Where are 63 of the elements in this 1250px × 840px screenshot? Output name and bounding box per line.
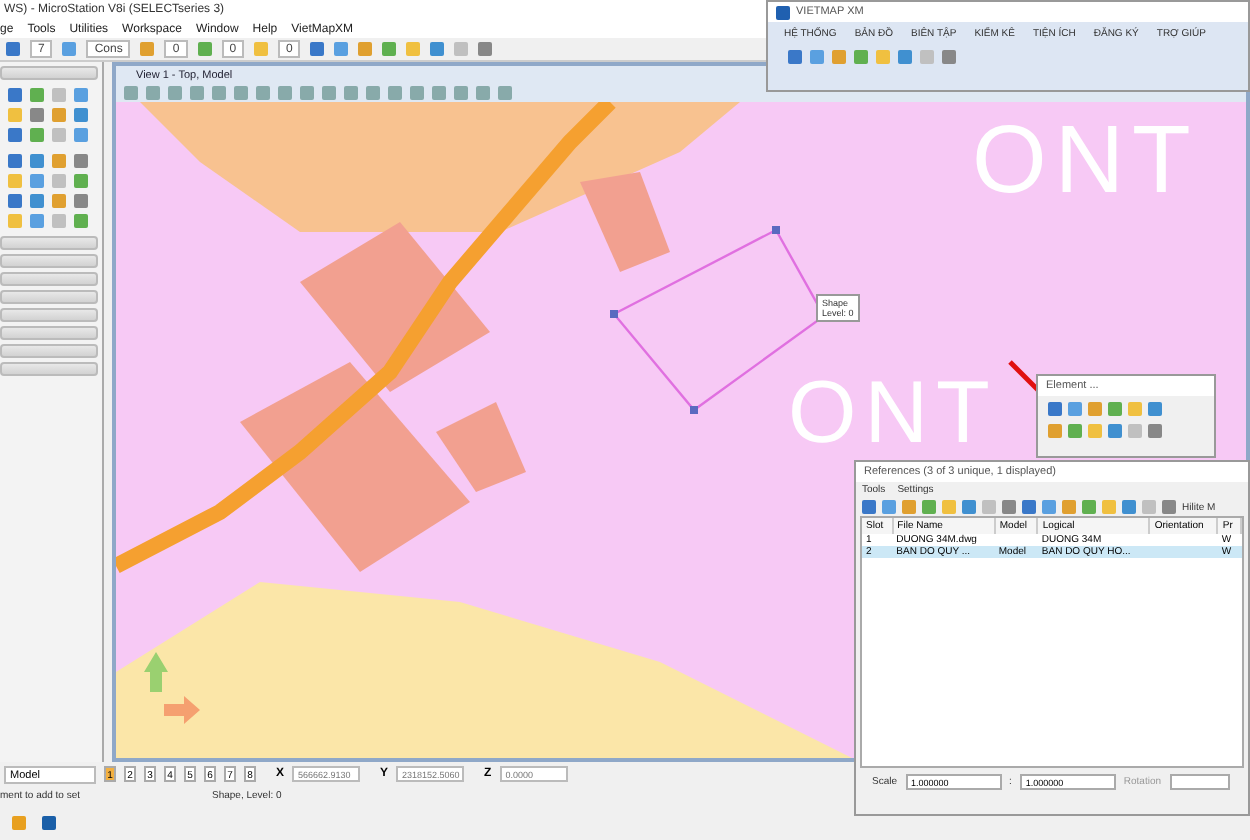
tool-square-icon[interactable] — [1148, 424, 1162, 438]
tool-square-icon[interactable] — [52, 108, 66, 122]
tool-square-icon[interactable] — [74, 108, 88, 122]
tool-square-icon[interactable] — [1128, 424, 1142, 438]
tool-square-icon[interactable] — [52, 88, 66, 102]
tool-square-icon[interactable] — [8, 108, 22, 122]
tool-square-icon[interactable] — [1048, 402, 1062, 416]
tool-square-icon[interactable] — [74, 88, 88, 102]
folder-icon[interactable] — [12, 816, 26, 830]
tool-square-icon[interactable] — [30, 194, 44, 208]
tool-square-icon[interactable] — [30, 108, 44, 122]
logo-icon — [776, 5, 790, 19]
tool-square-icon[interactable] — [8, 174, 22, 188]
rotation-field[interactable] — [1169, 774, 1230, 790]
panel-bar[interactable] — [0, 236, 98, 250]
tool-square-icon[interactable] — [30, 88, 44, 102]
toolbar-square-icon[interactable] — [197, 42, 212, 56]
tool-square-icon[interactable] — [1068, 402, 1082, 416]
tool-square-icon[interactable] — [52, 174, 66, 188]
tool-square-icon[interactable] — [1148, 402, 1162, 416]
tool-square-icon[interactable] — [1108, 402, 1122, 416]
tool-square-icon[interactable] — [30, 128, 44, 142]
toolbar-square-icon[interactable] — [454, 42, 469, 56]
tool-square-icon[interactable] — [52, 128, 66, 142]
panel-bar[interactable] — [0, 254, 98, 268]
panel-bar[interactable] — [0, 308, 98, 322]
tool-square-icon[interactable] — [8, 194, 22, 208]
tool-square-icon[interactable] — [1048, 424, 1062, 438]
toolbar-square-icon[interactable] — [382, 42, 397, 56]
tool-square-icon[interactable] — [30, 174, 44, 188]
tool-square-icon[interactable] — [52, 194, 66, 208]
panel-bar[interactable] — [0, 66, 98, 80]
panel-bar[interactable] — [0, 344, 98, 358]
tool-square-icon[interactable] — [1108, 424, 1122, 438]
tool-square-icon[interactable] — [8, 128, 22, 142]
tool-square-icon[interactable] — [74, 174, 88, 188]
tool-square-icon[interactable] — [8, 214, 22, 228]
panel-bar[interactable] — [0, 362, 98, 376]
tool-square-icon[interactable] — [1088, 402, 1102, 416]
tool-square-icon[interactable] — [52, 154, 66, 168]
panel-bar[interactable] — [0, 272, 98, 286]
tool-square-icon[interactable] — [1068, 424, 1082, 438]
panel-bar[interactable] — [0, 326, 98, 340]
toolbar-square-icon[interactable] — [358, 42, 373, 56]
tool-square-icon[interactable] — [30, 214, 44, 228]
tool-square-icon[interactable] — [74, 214, 88, 228]
toolbar-square-icon[interactable] — [310, 42, 325, 56]
app-icon[interactable] — [42, 816, 56, 830]
panel-bar[interactable] — [0, 290, 98, 304]
tool-square-icon[interactable] — [8, 88, 22, 102]
tool-square-icon[interactable] — [8, 154, 22, 168]
toolbar-square-icon[interactable] — [140, 42, 155, 56]
tool-square-icon[interactable] — [74, 128, 88, 142]
tool-square-icon[interactable] — [30, 154, 44, 168]
tool-square-icon[interactable] — [74, 194, 88, 208]
toolbar-square-icon[interactable] — [334, 42, 349, 56]
tool-square-icon[interactable] — [1128, 402, 1142, 416]
tool-square-icon[interactable] — [74, 154, 88, 168]
toolbar-square-icon[interactable] — [430, 42, 445, 56]
toolbar-square-icon[interactable] — [478, 42, 493, 56]
toolbar-square-icon[interactable] — [62, 42, 77, 56]
tool-square-icon[interactable] — [52, 214, 66, 228]
tool-square-icon[interactable] — [1088, 424, 1102, 438]
